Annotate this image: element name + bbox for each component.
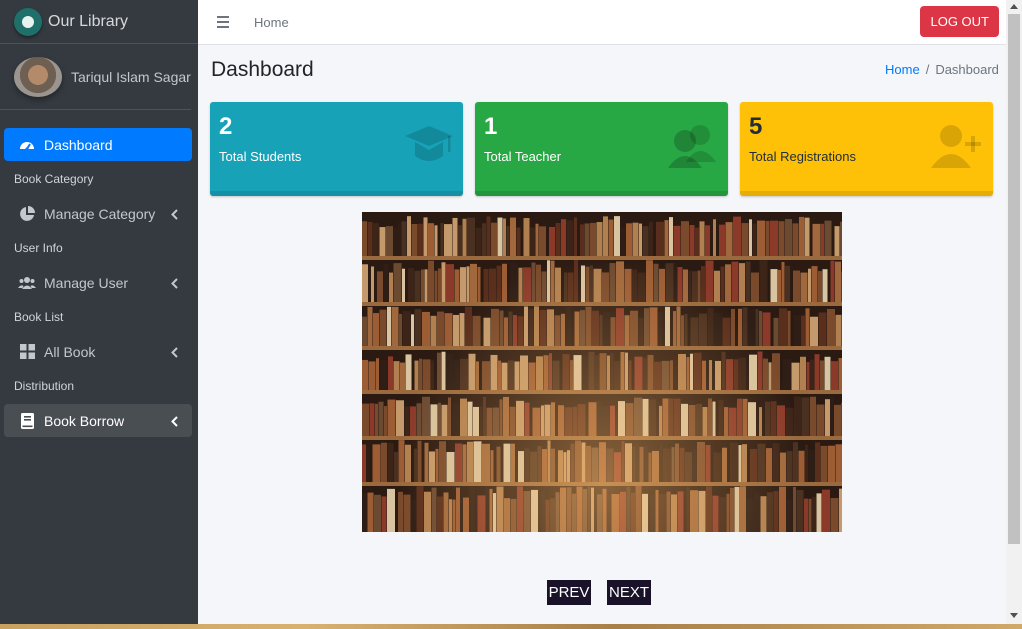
user-group-icon [668, 122, 718, 173]
next-button[interactable]: NEXT [607, 580, 651, 605]
library-logo-icon [14, 7, 42, 36]
sidebar-item-label: Manage User [44, 274, 129, 291]
breadcrumb-home-link[interactable]: Home [885, 62, 920, 77]
nav-header-book-list: Book List [14, 310, 64, 324]
top-navbar: Home LOG OUT [198, 0, 1006, 45]
chevron-left-icon [171, 414, 178, 430]
sidebar-item-all-book[interactable]: All Book [4, 335, 192, 368]
user-plus-icon [931, 122, 983, 173]
stat-card-total-teacher[interactable]: 1 Total Teacher [475, 102, 728, 196]
book-icon [18, 412, 36, 430]
menu-toggle-icon[interactable] [217, 16, 229, 28]
nav-header-distribution: Distribution [14, 379, 75, 393]
page-scrollbar[interactable] [1006, 0, 1022, 624]
taskbar-strip [0, 624, 1022, 629]
scroll-thumb[interactable] [1008, 14, 1020, 544]
chevron-left-icon [171, 276, 178, 292]
sidebar-item-book-borrow[interactable]: Book Borrow [4, 404, 192, 437]
sidebar-item-manage-category[interactable]: Manage Category [4, 197, 192, 230]
graduation-cap-icon [405, 122, 453, 173]
brand-name: Our Library [48, 12, 129, 30]
pie-chart-icon [18, 205, 36, 223]
sidebar-item-label: Manage Category [44, 205, 156, 222]
logout-button[interactable]: LOG OUT [920, 6, 999, 37]
sidebar-item-label: All Book [44, 343, 96, 360]
user-name: Tariqul Islam Sagar [71, 68, 191, 85]
sidebar-item-label: Dashboard [44, 136, 113, 153]
tachometer-icon [18, 136, 36, 154]
prev-button[interactable]: PREV [547, 580, 591, 605]
brand-link[interactable]: Our Library [0, 0, 198, 44]
nav-header-user-info: User Info [14, 241, 63, 255]
stat-card-total-students[interactable]: 2 Total Students [210, 102, 463, 196]
sidebar-nav: Dashboard Book Category Manage Category … [0, 128, 198, 437]
stat-card-total-registrations[interactable]: 5 Total Registrations [740, 102, 993, 196]
grid-icon [18, 343, 36, 361]
sidebar-item-dashboard[interactable]: Dashboard [4, 128, 192, 161]
library-bookshelf-image [362, 212, 842, 532]
top-nav-home-link[interactable]: Home [254, 15, 289, 30]
user-panel[interactable]: Tariqul Islam Sagar [0, 44, 191, 110]
nav-header-book-category: Book Category [14, 172, 94, 186]
users-icon [18, 274, 36, 292]
avatar [14, 56, 62, 97]
chevron-left-icon [171, 345, 178, 361]
chevron-left-icon [171, 207, 178, 223]
scroll-up-arrow-icon[interactable] [1010, 4, 1018, 9]
breadcrumb-current: Dashboard [935, 62, 999, 77]
sidebar-item-label: Book Borrow [44, 412, 125, 429]
scroll-down-arrow-icon[interactable] [1010, 613, 1018, 618]
sidebar-item-manage-user[interactable]: Manage User [4, 266, 192, 299]
page-title: Dashboard [211, 58, 314, 81]
breadcrumb: Home / Dashboard [885, 62, 999, 77]
sidebar: Our Library Tariqul Islam Sagar Dashboar… [0, 0, 198, 629]
breadcrumb-separator: / [925, 62, 930, 77]
